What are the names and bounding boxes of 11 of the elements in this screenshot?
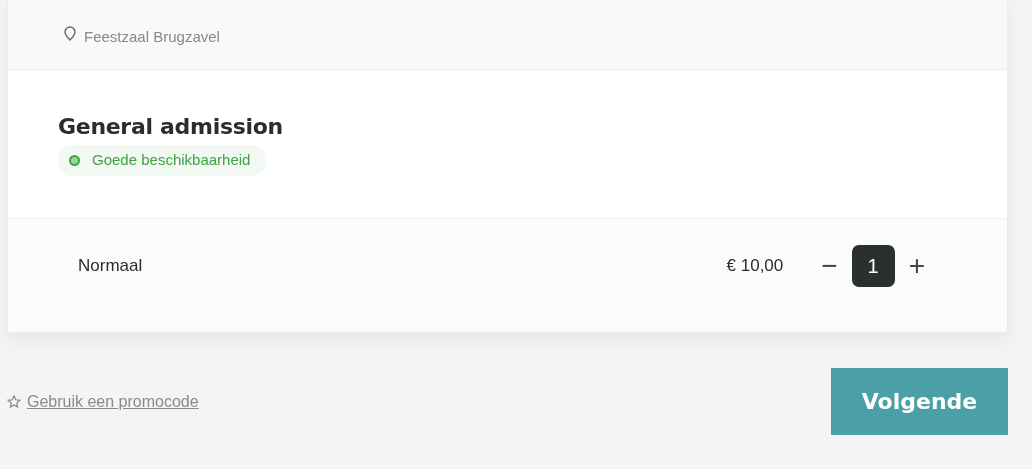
location-pin-icon	[64, 26, 76, 42]
ticket-price: € 10,00	[726, 255, 784, 278]
status-dot	[69, 155, 80, 167]
quantity-value: 1	[851, 245, 895, 287]
star-icon	[7, 394, 21, 409]
ticket-name: Normaal	[78, 255, 143, 277]
availability-badge: Goede beschikbaarheid	[58, 145, 267, 176]
venue-name: Feestzaal Brugzavel	[84, 27, 220, 47]
decrease-button[interactable]: −	[807, 252, 852, 280]
increase-button[interactable]: +	[894, 252, 939, 280]
section-title: General admission	[58, 114, 284, 141]
